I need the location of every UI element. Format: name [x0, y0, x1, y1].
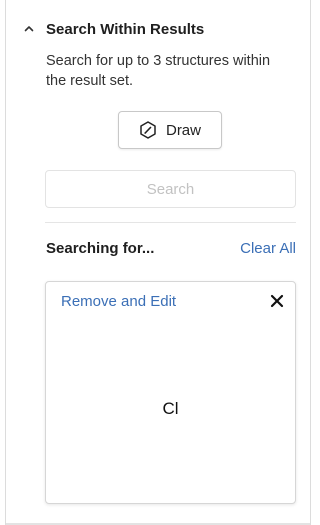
structure-drawing: Cl [162, 399, 179, 418]
divider [45, 222, 296, 223]
clear-all-link[interactable]: Clear All [240, 240, 296, 257]
draw-button[interactable]: Draw [118, 111, 222, 149]
structure-card: Remove and Edit Cl [45, 281, 296, 504]
remove-and-edit-link[interactable]: Remove and Edit [61, 293, 176, 310]
section-header[interactable]: Search Within Results [6, 18, 296, 40]
searching-for-label: Searching for... [46, 240, 155, 257]
draw-button-label: Draw [165, 121, 201, 139]
chevron-up-icon[interactable] [22, 22, 36, 36]
draw-pen-icon [139, 121, 157, 139]
search-within-results-panel: Search Within Results Search for up to 3… [5, 0, 311, 525]
close-icon[interactable] [269, 293, 285, 309]
section-title: Search Within Results [46, 20, 205, 38]
section-description: Search for up to 3 structures within the… [46, 53, 271, 89]
search-button-label: Search [146, 180, 195, 198]
search-button[interactable]: Search [45, 170, 296, 208]
